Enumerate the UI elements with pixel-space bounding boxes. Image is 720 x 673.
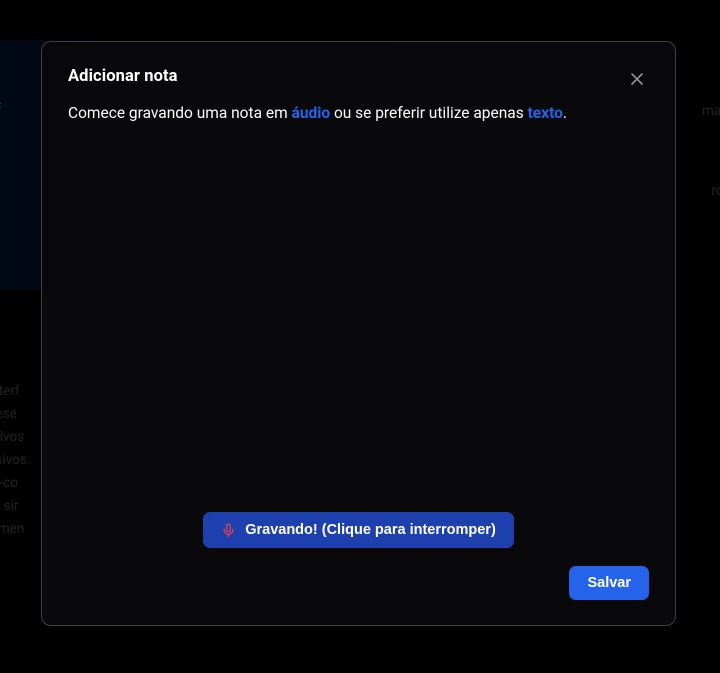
- save-button-label: Salvar: [587, 575, 631, 591]
- close-icon: [629, 71, 647, 87]
- subtitle-text: ou se preferir utilize apenas: [330, 104, 527, 122]
- subtitle-highlight-audio: áudio: [292, 104, 331, 122]
- record-toggle-button[interactable]: Gravando! (Clique para interromper): [203, 512, 514, 548]
- subtitle-highlight-text: texto: [528, 104, 563, 122]
- save-button[interactable]: Salvar: [569, 566, 649, 600]
- modal-subtitle: Comece gravando uma nota em áudio ou se …: [68, 103, 649, 125]
- subtitle-text: Comece gravando uma nota em: [68, 104, 292, 122]
- record-row: Gravando! (Clique para interromper): [68, 512, 649, 548]
- modal-body: [68, 125, 649, 512]
- record-button-label: Gravando! (Clique para interromper): [245, 522, 496, 538]
- modal-footer: Salvar: [68, 566, 649, 600]
- modal-header: Adicionar nota: [68, 67, 649, 89]
- microphone-icon: [221, 523, 236, 538]
- add-note-modal: Adicionar nota Comece gravando uma nota …: [41, 41, 676, 626]
- subtitle-text: .: [563, 104, 567, 122]
- close-button[interactable]: [629, 71, 647, 89]
- modal-title: Adicionar nota: [68, 67, 178, 86]
